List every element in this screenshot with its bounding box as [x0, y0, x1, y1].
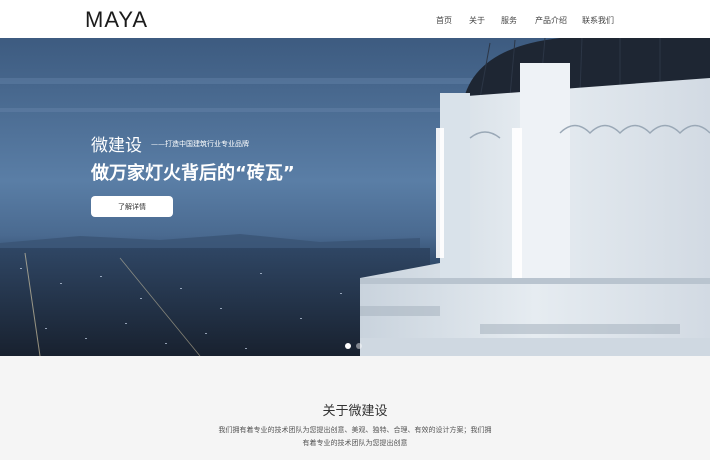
slide-dot-active[interactable]: [345, 343, 351, 349]
nav-item-contact[interactable]: 联系我们: [582, 15, 614, 26]
slide-dot[interactable]: [356, 343, 362, 349]
hero-slogan: 做万家灯火背后的“砖瓦”: [91, 163, 295, 184]
hero-banner: 微建设 ——打造中国建筑行业专业品牌 做万家灯火背后的“砖瓦” 了解详情: [0, 38, 710, 356]
about-text-line-1: 我们拥有着专业的技术团队为您提出创意、美观、独特、合理、有效的设计方案；我们拥: [218, 426, 492, 434]
nav-item-products[interactable]: 产品介绍: [535, 15, 567, 26]
about-title: 关于微建设: [322, 404, 388, 419]
learn-more-button[interactable]: 了解详情: [91, 196, 173, 217]
about-section: 关于微建设 我们拥有着专业的技术团队为您提出创意、美观、独特、合理、有效的设计方…: [0, 356, 710, 460]
about-text-line-2: 有着专业的技术团队为您提出创意: [302, 439, 408, 447]
hero-subtitle: ——打造中国建筑行业专业品牌: [151, 140, 249, 148]
nav-item-home[interactable]: 首页: [436, 15, 452, 26]
hero-title: 微建设: [91, 136, 142, 156]
main-nav: 首页 关于 服务 产品介绍 联系我们: [0, 15, 710, 29]
site-header: MAYA 首页 关于 服务 产品介绍 联系我们: [0, 0, 710, 38]
nav-item-services[interactable]: 服务: [501, 15, 517, 26]
nav-item-about[interactable]: 关于: [469, 15, 485, 26]
